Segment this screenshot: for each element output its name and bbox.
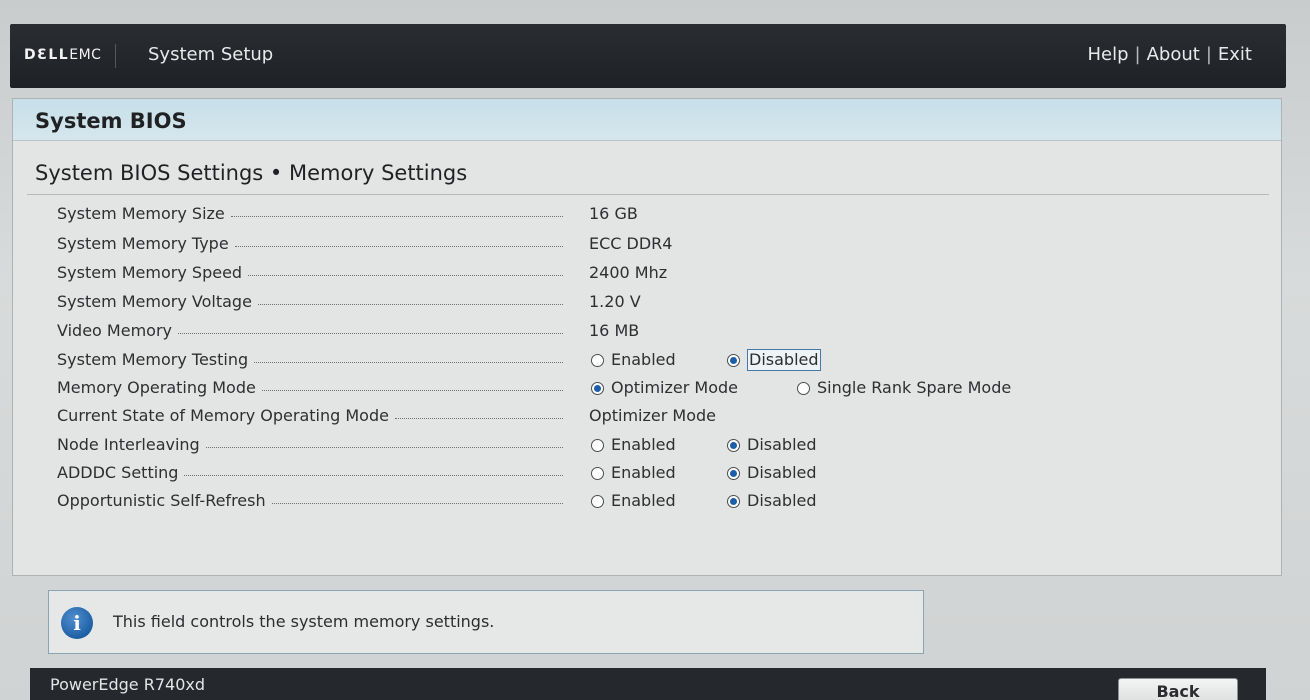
radio-single-rank-spare-mode[interactable]: Single Rank Spare Mode [797, 375, 1011, 401]
link-separator: | [1134, 44, 1141, 65]
radio-unchecked-icon [591, 438, 604, 452]
setting-label: System Memory Size [57, 201, 563, 227]
radio-unchecked-icon [797, 381, 810, 395]
radio-checked-icon [727, 494, 740, 508]
info-icon: i [61, 607, 93, 639]
setting-row: System Memory Speed 2400 Mhz [13, 260, 1281, 286]
setting-value: 2400 Mhz [589, 263, 668, 282]
setting-row: Current State of Memory Operating Mode O… [13, 403, 1281, 429]
setting-label: Video Memory [57, 318, 563, 344]
setting-row-node-interleaving: Node Interleaving Enabled Disabled [13, 432, 1281, 458]
back-button[interactable]: Back [1118, 678, 1238, 700]
dell-emc-logo: DƐLLEMC [24, 44, 117, 68]
header-links: Help | About | Exit [1087, 42, 1252, 68]
setting-row: System Memory Size 16 GB [13, 201, 1281, 227]
setting-row-memory-testing: System Memory Testing Enabled Disabled [13, 347, 1281, 373]
setting-value: ECC DDR4 [589, 234, 673, 253]
radio-optimizer-mode[interactable]: Optimizer Mode [591, 375, 738, 401]
setting-row-self-refresh: Opportunistic Self-Refresh Enabled Disab… [13, 488, 1281, 514]
setting-label: ADDDC Setting [57, 460, 563, 486]
setting-row-operating-mode: Memory Operating Mode Optimizer Mode Sin… [13, 375, 1281, 401]
radio-checked-icon [727, 438, 740, 452]
page-breadcrumb: System BIOS Settings • Memory Settings [35, 161, 468, 185]
setting-value: 16 GB [589, 204, 638, 223]
radio-disabled[interactable]: Disabled [727, 347, 821, 373]
radio-disabled[interactable]: Disabled [727, 432, 817, 458]
radio-enabled[interactable]: Enabled [591, 432, 676, 458]
setting-label: System Memory Voltage [57, 289, 563, 315]
radio-unchecked-icon [591, 466, 604, 480]
screen: DƐLLEMC System Setup Help | About | Exit Sys… [0, 0, 1310, 700]
setting-row: System Memory Voltage 1.20 V [13, 289, 1281, 315]
setting-value: 1.20 V [589, 292, 641, 311]
setting-value: 16 MB [589, 321, 640, 340]
setting-label: Opportunistic Self-Refresh [57, 488, 563, 514]
panel-header: System BIOS [13, 99, 1281, 141]
settings-panel: System BIOS System BIOS Settings • Memor… [12, 98, 1282, 576]
setting-row-adddc: ADDDC Setting Enabled Disabled [13, 460, 1281, 486]
radio-unchecked-icon [591, 494, 604, 508]
radio-disabled[interactable]: Disabled [727, 488, 817, 514]
radio-enabled[interactable]: Enabled [591, 488, 676, 514]
radio-checked-icon [591, 381, 604, 395]
setting-row: System Memory Type ECC DDR4 [13, 231, 1281, 257]
radio-unchecked-icon [591, 353, 604, 367]
help-box: i This field controls the system memory … [48, 590, 924, 654]
setting-label: Current State of Memory Operating Mode [57, 403, 563, 429]
server-model: PowerEdge R740xd [50, 675, 206, 694]
link-separator: | [1205, 44, 1212, 65]
radio-checked-icon [727, 353, 740, 367]
setting-label: System Memory Testing [57, 347, 563, 373]
exit-link[interactable]: Exit [1218, 44, 1252, 65]
app-title: System Setup [148, 44, 274, 65]
radio-enabled[interactable]: Enabled [591, 347, 676, 373]
help-link[interactable]: Help [1087, 44, 1128, 65]
setting-label: Memory Operating Mode [57, 375, 563, 401]
setting-row: Video Memory 16 MB [13, 318, 1281, 344]
help-text: This field controls the system memory se… [113, 612, 495, 631]
panel-title: System BIOS [35, 109, 187, 133]
divider [27, 194, 1269, 195]
about-link[interactable]: About [1147, 44, 1200, 65]
radio-enabled[interactable]: Enabled [591, 460, 676, 486]
footer-bar: PowerEdge R740xd [30, 668, 1266, 700]
radio-disabled[interactable]: Disabled [727, 460, 817, 486]
setting-value: Optimizer Mode [589, 406, 716, 425]
setting-label: Node Interleaving [57, 432, 563, 458]
radio-checked-icon [727, 466, 740, 480]
top-header-bar: DƐLLEMC System Setup Help | About | Exit [10, 24, 1286, 88]
setting-label: System Memory Speed [57, 260, 563, 286]
setting-label: System Memory Type [57, 231, 563, 257]
